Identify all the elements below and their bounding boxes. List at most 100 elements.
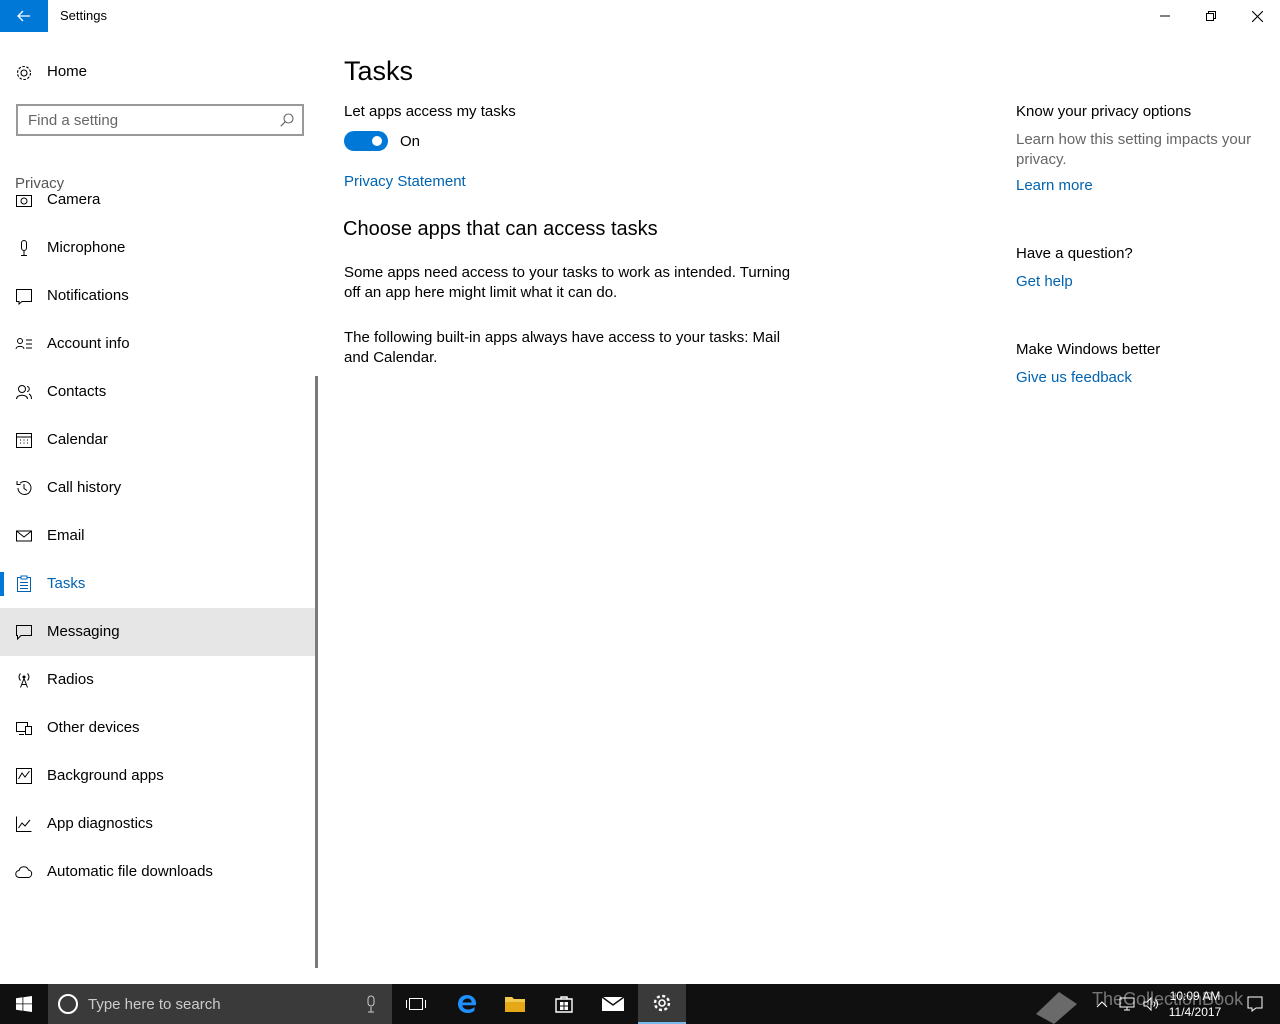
built-in-apps-paragraph: The following built-in apps always have … [344, 329, 781, 366]
sidebar-item-label: Call history [47, 479, 122, 496]
file-explorer-button[interactable] [491, 984, 539, 1024]
settings-app-button[interactable] [638, 984, 686, 1024]
sidebar-item-label: Radios [47, 671, 94, 688]
book-logo-icon [1036, 992, 1077, 1024]
search-icon[interactable] [280, 113, 294, 127]
sidebar-item-label: Background apps [47, 767, 164, 784]
main-content: Tasks Let apps access my tasks On Privac… [340, 32, 980, 984]
store-icon [555, 996, 573, 1013]
sidebar-item-label: Calendar [47, 431, 108, 448]
clock-date: 11/4/2017 [1168, 1005, 1222, 1019]
sidebar-item-contacts[interactable]: Contacts [0, 368, 318, 416]
sidebar-item-background-apps[interactable]: Background apps [0, 752, 318, 800]
sidebar-item-microphone[interactable]: Microphone [0, 224, 318, 272]
sidebar-item-radios[interactable]: Radios [0, 656, 318, 704]
cloud-icon [15, 866, 33, 878]
sidebar-item-notifications[interactable]: Notifications [0, 272, 318, 320]
sidebar-item-label: Contacts [47, 383, 107, 400]
task-view-button[interactable] [392, 984, 440, 1024]
sidebar-item-app-diagnostics[interactable]: App diagnostics [0, 800, 318, 848]
mail-app-button[interactable] [589, 984, 637, 1024]
app-diagnostics-icon [16, 816, 32, 832]
action-center-icon [1247, 996, 1263, 1012]
chevron-up-icon [1096, 1001, 1108, 1008]
sidebar-item-calendar[interactable]: Calendar [0, 416, 318, 464]
sidebar-item-label: Camera [47, 191, 101, 208]
sidebar-item-label: Tasks [47, 575, 86, 592]
start-button[interactable] [0, 984, 48, 1024]
tasks-access-toggle-label: Let apps access my tasks [344, 103, 516, 120]
section-title: Choose apps that can access tasks [343, 218, 658, 240]
account-info-icon [15, 338, 32, 350]
network-button[interactable] [1116, 984, 1138, 1024]
privacy-statement-link[interactable]: Privacy Statement [344, 173, 466, 190]
taskbar-clock[interactable]: 10:09 AM 11/4/2017 [1160, 988, 1230, 1020]
restore-icon [1206, 11, 1216, 21]
sidebar-item-label: Other devices [47, 719, 140, 736]
show-hidden-icons-button[interactable] [1092, 984, 1112, 1024]
taskbar-search[interactable] [48, 984, 392, 1024]
selection-indicator [0, 572, 4, 596]
related-info-pane: Know your privacy options Learn how this… [1016, 32, 1276, 432]
microphone-icon [21, 240, 27, 256]
sidebar-item-messaging[interactable]: Messaging [0, 608, 318, 656]
home-nav-item[interactable]: Home [0, 56, 318, 88]
cortana-icon[interactable] [58, 994, 78, 1014]
close-icon [1251, 10, 1263, 22]
radios-icon [18, 673, 30, 688]
find-setting-search[interactable] [16, 104, 304, 136]
sidebar-item-call-history[interactable]: Call history [0, 464, 318, 512]
sidebar-item-tasks[interactable]: Tasks [0, 560, 318, 608]
sidebar-item-email[interactable]: Email [0, 512, 318, 560]
back-button[interactable] [0, 0, 48, 32]
toggle-knob [372, 136, 382, 146]
microphone-icon[interactable] [364, 995, 378, 1013]
windows-logo-icon [16, 996, 32, 1012]
title-bar: Settings [0, 0, 1280, 32]
action-center-button[interactable] [1238, 984, 1272, 1024]
tasks-access-toggle[interactable] [344, 131, 388, 151]
toggle-state-text: On [400, 133, 421, 150]
get-help-link[interactable]: Get help [1016, 273, 1073, 290]
close-button[interactable] [1234, 0, 1280, 32]
taskbar-search-input[interactable] [88, 994, 348, 1014]
give-feedback-link[interactable]: Give us feedback [1016, 369, 1132, 386]
privacy-options-heading: Know your privacy options [1016, 103, 1192, 120]
page-title: Tasks [344, 56, 414, 86]
back-arrow-icon [17, 10, 30, 22]
privacy-nav-list: Camera Microphone Notifications Account … [0, 180, 318, 984]
sidebar-item-label: Email [47, 527, 85, 544]
task-view-icon [406, 998, 426, 1010]
minimize-icon [1160, 15, 1170, 17]
volume-button[interactable] [1140, 984, 1162, 1024]
sidebar-item-label: Notifications [47, 287, 129, 304]
edge-app-button[interactable] [443, 984, 491, 1024]
email-icon [16, 530, 32, 542]
sidebar-item-label: Messaging [47, 623, 120, 640]
question-heading: Have a question? [1016, 245, 1133, 262]
gear-icon [16, 65, 32, 81]
notifications-icon [16, 289, 32, 305]
sidebar-item-automatic-file-downloads[interactable]: Automatic file downloads [0, 848, 318, 896]
store-app-button[interactable] [540, 984, 588, 1024]
sidebar-item-account-info[interactable]: Account info [0, 320, 318, 368]
mail-icon [601, 996, 625, 1011]
feedback-heading: Make Windows better [1016, 341, 1161, 358]
minimize-button[interactable] [1142, 0, 1188, 32]
window-title: Settings [60, 8, 107, 23]
gear-icon [653, 994, 671, 1012]
folder-icon [505, 997, 525, 1012]
sidebar-item-other-devices[interactable]: Other devices [0, 704, 318, 752]
tasks-icon [17, 575, 31, 592]
history-icon [16, 481, 32, 495]
sidebar-item-camera[interactable]: Camera [0, 180, 318, 224]
contacts-icon [16, 385, 32, 400]
find-setting-input[interactable] [28, 110, 268, 130]
other-devices-icon [16, 722, 32, 735]
learn-more-link[interactable]: Learn more [1016, 177, 1093, 194]
sidebar-item-label: App diagnostics [47, 815, 153, 832]
privacy-options-text: Learn how this setting impacts your priv… [1016, 131, 1252, 168]
sidebar-scrollbar[interactable] [315, 376, 318, 968]
clock-time: 10:09 AM [1169, 989, 1221, 1003]
restore-button[interactable] [1188, 0, 1234, 32]
